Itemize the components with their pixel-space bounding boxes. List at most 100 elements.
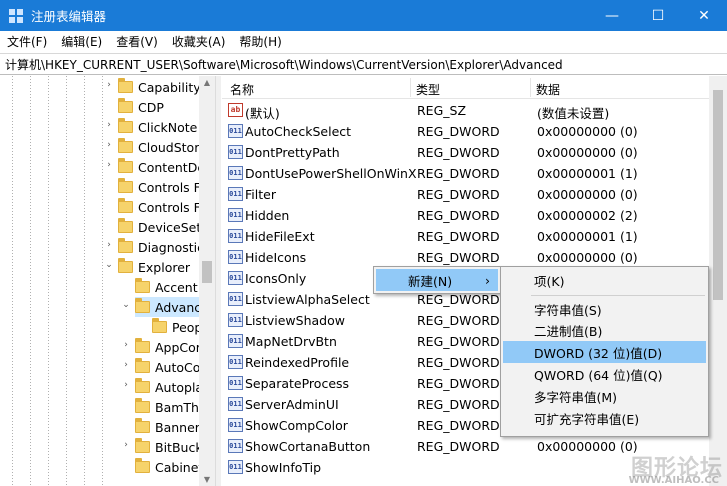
expand-chevron-icon[interactable]: ›	[121, 440, 131, 450]
submenu-item[interactable]: 二进制值(B)	[503, 319, 706, 341]
expand-chevron-icon[interactable]: ›	[104, 120, 114, 130]
submenu-item[interactable]: 可扩充字符串值(E)	[503, 407, 706, 429]
cell-name: MapNetDrvBtn	[245, 334, 337, 349]
tree-item-label: Controls F	[138, 199, 201, 215]
menu-new-label: 新建(N)	[408, 273, 453, 289]
cell-data: 0x00000001 (1)	[537, 166, 638, 181]
cell-name: DontPrettyPath	[245, 145, 340, 160]
list-row[interactable]: 011 HideIcons REG_DWORD 0x00000000 (0)	[222, 247, 727, 268]
folder-icon	[118, 218, 133, 233]
submenu-item[interactable]: DWORD (32 位)值(D)	[503, 341, 706, 363]
binary-value-icon: 011	[228, 250, 243, 264]
cell-name: Filter	[245, 187, 276, 202]
cell-type: REG_SZ	[417, 103, 467, 118]
cell-type: REG_DWORD	[417, 166, 500, 181]
column-type[interactable]: 类型	[416, 81, 440, 98]
list-row[interactable]: 011 Hidden REG_DWORD 0x00000002 (2)	[222, 205, 727, 226]
collapse-chevron-icon[interactable]: ⌄	[121, 300, 131, 310]
list-row[interactable]: 011 Filter REG_DWORD 0x00000000 (0)	[222, 184, 727, 205]
cell-name: ShowInfoTip	[245, 460, 322, 475]
submenu-item[interactable]: QWORD (64 位)值(Q)	[503, 363, 706, 385]
folder-icon	[118, 158, 133, 173]
cell-name: HideFileExt	[245, 229, 315, 244]
list-row[interactable]: 011 HideFileExt REG_DWORD 0x00000001 (1)	[222, 226, 727, 247]
cell-name: IconsOnly	[245, 271, 307, 286]
folder-icon	[135, 278, 150, 293]
cell-name: DontUsePowerShellOnWinX	[245, 166, 417, 181]
tree-guide-lines	[12, 76, 103, 486]
watermark-url: WWW.AIHAO.CC	[628, 475, 719, 486]
cell-type: REG_DWORD	[417, 145, 500, 160]
window-title: 注册表编辑器	[31, 9, 107, 24]
collapse-chevron-icon[interactable]: ⌄	[104, 260, 114, 270]
binary-value-icon: 011	[228, 229, 243, 243]
expand-chevron-icon[interactable]: ›	[121, 340, 131, 350]
expand-chevron-icon[interactable]: ›	[121, 380, 131, 390]
binary-value-icon: 011	[228, 439, 243, 453]
folder-icon	[118, 258, 133, 273]
menu-view[interactable]: 查看(V)	[109, 33, 165, 50]
tree-item-label: Capability	[138, 79, 201, 95]
close-button[interactable]: ✕	[681, 0, 727, 31]
binary-value-icon: 011	[228, 355, 243, 369]
cell-name: ServerAdminUI	[245, 397, 339, 412]
binary-value-icon: 011	[228, 166, 243, 180]
submenu-item[interactable]: 项(K)	[503, 269, 706, 291]
maximize-button[interactable]: ☐	[635, 0, 681, 31]
tree-scroll-thumb[interactable]	[202, 261, 212, 283]
minimize-button[interactable]: —	[589, 0, 635, 31]
tree-item-label: ClickNote	[138, 119, 198, 135]
menu-edit[interactable]: 编辑(E)	[54, 33, 109, 50]
tree-item-label: Autopla	[155, 379, 204, 395]
column-name[interactable]: 名称	[230, 81, 254, 98]
folder-icon	[118, 238, 133, 253]
expand-chevron-icon[interactable]: ›	[121, 360, 131, 370]
cell-type: REG_DWORD	[417, 439, 500, 454]
cell-name: AutoCheckSelect	[245, 124, 352, 139]
folder-icon	[118, 78, 133, 93]
pane-splitter[interactable]	[215, 76, 221, 486]
folder-icon	[135, 398, 150, 413]
cell-type: REG_DWORD	[417, 418, 500, 433]
binary-value-icon: 011	[228, 418, 243, 432]
submenu-item[interactable]: 多字符串值(M)	[503, 385, 706, 407]
list-row[interactable]: 011 DontPrettyPath REG_DWORD 0x00000000 (0)	[222, 142, 727, 163]
menu-new[interactable]: 新建(N) ›	[376, 269, 498, 291]
title-bar: 注册表编辑器 — ☐ ✕	[0, 0, 727, 31]
expand-chevron-icon[interactable]: ›	[104, 80, 114, 90]
key-tree[interactable]: › Capability CDP › ClickNote › CloudStor › Conte…	[0, 76, 215, 486]
list-row[interactable]: ab (默认) REG_SZ (数值未设置)	[222, 100, 727, 121]
menu-help[interactable]: 帮助(H)	[232, 33, 288, 50]
column-data[interactable]: 数据	[536, 81, 560, 98]
expand-chevron-icon[interactable]: ›	[104, 160, 114, 170]
cell-type: REG_DWORD	[417, 250, 500, 265]
menu-favorites[interactable]: 收藏夹(A)	[165, 33, 233, 50]
expand-chevron-icon[interactable]: ›	[104, 140, 114, 150]
tree-item-label: BamThr	[155, 399, 205, 415]
folder-icon	[118, 198, 133, 213]
tree-item-label: Peop	[172, 319, 203, 335]
binary-value-icon: 011	[228, 271, 243, 285]
cell-type: REG_DWORD	[417, 292, 500, 307]
tree-item-label: BitBuck	[155, 439, 203, 455]
binary-value-icon: 011	[228, 334, 243, 348]
scroll-up-icon[interactable]: ▲	[199, 78, 215, 87]
cell-type: REG_DWORD	[417, 229, 500, 244]
tree-item-label: CDP	[138, 99, 164, 115]
address-bar[interactable]: 计算机\HKEY_CURRENT_USER\Software\Microsoft…	[0, 53, 727, 75]
menu-file[interactable]: 文件(F)	[0, 33, 54, 50]
cell-name: ListviewAlphaSelect	[245, 292, 370, 307]
list-scroll-thumb[interactable]	[713, 90, 723, 300]
binary-value-icon: 011	[228, 376, 243, 390]
cell-name: HideIcons	[245, 250, 307, 265]
expand-chevron-icon[interactable]: ›	[104, 240, 114, 250]
list-scrollbar[interactable]	[709, 76, 727, 486]
context-menu: 新建(N) ›	[373, 266, 501, 294]
tree-item-label: CloudStor	[138, 139, 200, 155]
scroll-down-icon[interactable]: ▼	[199, 475, 215, 484]
list-row[interactable]: 011 DontUsePowerShellOnWinX REG_DWORD 0x000…	[222, 163, 727, 184]
tree-scrollbar[interactable]: ▲ ▼	[199, 76, 215, 486]
submenu-item[interactable]: 字符串值(S)	[503, 298, 706, 320]
list-row[interactable]: 011 AutoCheckSelect REG_DWORD 0x00000000 (0…	[222, 121, 727, 142]
cell-type: REG_DWORD	[417, 208, 500, 223]
